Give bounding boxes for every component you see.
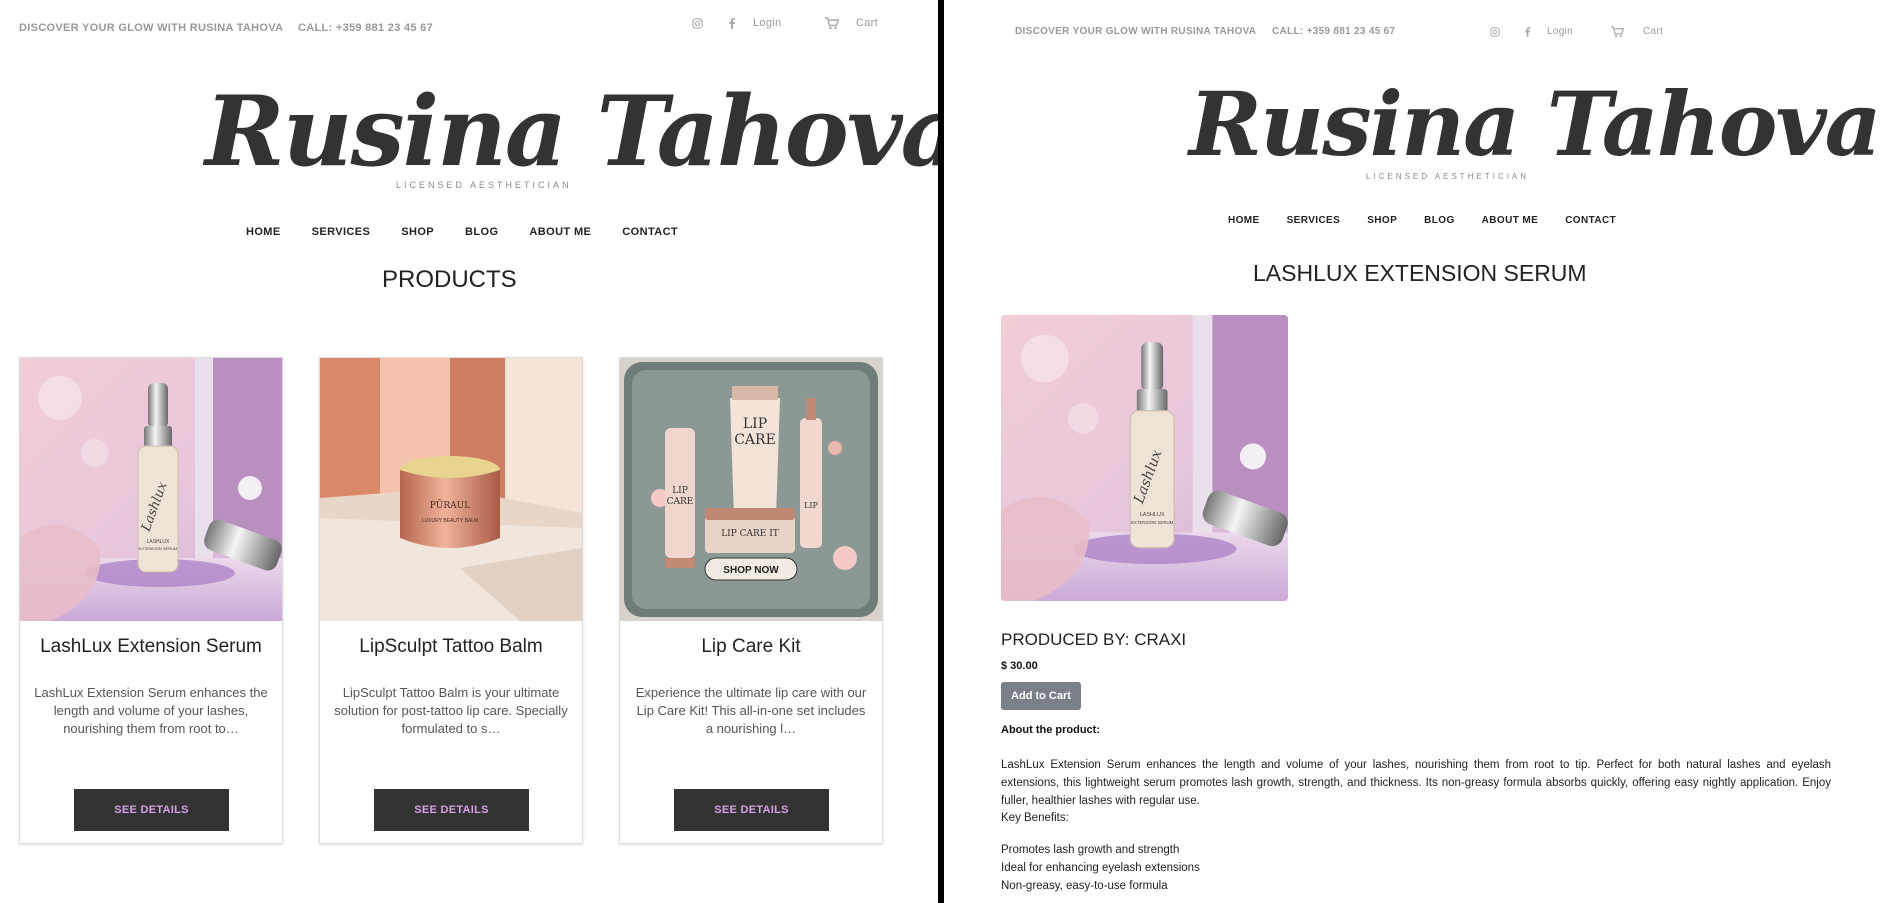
cart-link[interactable]: Cart — [1643, 26, 1663, 37]
products-listing-page: DISCOVER YOUR GLOW WITH RUSINA TAHOVA CA… — [0, 0, 938, 903]
nav-services[interactable]: SERVICES — [312, 226, 371, 238]
nav-home[interactable]: HOME — [1228, 215, 1260, 226]
product-price: $ 30.00 — [1001, 660, 1038, 672]
tagline: DISCOVER YOUR GLOW WITH RUSINA TAHOVA — [19, 22, 284, 34]
facebook-icon[interactable] — [728, 17, 736, 32]
svg-text:CARE: CARE — [667, 497, 694, 507]
facebook-icon[interactable] — [1524, 26, 1531, 40]
product-title[interactable]: LashLux Extension Serum — [20, 636, 282, 658]
about-product-label: About the product: — [1001, 724, 1100, 736]
svg-text:LIP: LIP — [672, 486, 688, 496]
product-description: LashLux Extension Serum enhances the len… — [34, 685, 268, 736]
nav-contact[interactable]: CONTACT — [622, 226, 678, 238]
svg-text:EXTENSION SERUM: EXTENSION SERUM — [1131, 520, 1174, 525]
product-title[interactable]: LipSculpt Tattoo Balm — [320, 636, 582, 658]
nav-contact[interactable]: CONTACT — [1565, 215, 1616, 226]
main-nav: HOME SERVICES SHOP BLOG ABOUT ME CONTACT — [1228, 215, 1616, 226]
nav-blog[interactable]: BLOG — [1424, 215, 1455, 226]
benefit-item: Promotes lash growth and strength — [1001, 844, 1180, 856]
svg-text:LASHLUX: LASHLUX — [147, 539, 170, 545]
page-title: PRODUCTS — [382, 266, 517, 293]
phone-number[interactable]: CALL: +359 881 23 45 67 — [298, 22, 433, 34]
see-details-button[interactable]: SEE DETAILS — [74, 789, 229, 831]
phone-number[interactable]: CALL: +359 881 23 45 67 — [1272, 26, 1395, 37]
product-description: LashLux Extension Serum enhances the len… — [1001, 759, 1831, 807]
product-description: Experience the ultimate lip care with ou… — [635, 685, 867, 736]
product-title[interactable]: Lip Care Kit — [620, 636, 882, 658]
login-link[interactable]: Login — [1547, 26, 1573, 37]
svg-text:LIP CARE IT: LIP CARE IT — [721, 529, 779, 539]
svg-text:LIP: LIP — [743, 416, 767, 432]
producer-label: PRODUCED BY: CRAXI — [1001, 630, 1187, 649]
product-image[interactable]: Lashlux LASHLUX EXTENSION SERUM — [1001, 315, 1288, 601]
product-image-lip-care-kit[interactable]: LIP CARE LIP CARE LIP LIP CARE IT SHOP N… — [620, 358, 882, 621]
logo-subtitle: LICENSED AESTHETICIAN — [1366, 172, 1530, 181]
product-card: Lashlux LASHLUX EXTENSION SERUM LashLux … — [19, 357, 283, 844]
nav-home[interactable]: HOME — [246, 226, 281, 238]
see-details-button[interactable]: SEE DETAILS — [374, 789, 529, 831]
product-description: LipSculpt Tattoo Balm is your ultimate s… — [334, 685, 568, 736]
tagline: DISCOVER YOUR GLOW WITH RUSINA TAHOVA — [1015, 26, 1257, 37]
nav-about-me[interactable]: ABOUT ME — [1482, 215, 1539, 226]
main-nav: HOME SERVICES SHOP BLOG ABOUT ME CONTACT — [246, 226, 678, 238]
logo-name: Rusina Tahova — [1189, 72, 1881, 176]
svg-text:EXTENSION SERUM: EXTENSION SERUM — [139, 546, 178, 551]
instagram-icon[interactable] — [692, 18, 703, 32]
product-image-lashlux[interactable]: Lashlux LASHLUX EXTENSION SERUM — [20, 358, 282, 621]
cart-icon[interactable] — [1611, 26, 1625, 41]
svg-text:LUXURY BEAUTY BALM: LUXURY BEAUTY BALM — [422, 518, 478, 524]
benefit-item: Non-greasy, easy-to-use formula — [1001, 880, 1168, 892]
login-link[interactable]: Login — [753, 17, 781, 29]
nav-shop[interactable]: SHOP — [401, 226, 434, 238]
product-card: PŪRAUL LUXURY BEAUTY BALM LipSculpt Tatt… — [319, 357, 583, 844]
logo-name: Rusina Tahova — [205, 75, 938, 188]
shop-now-badge: SHOP NOW — [723, 565, 779, 576]
nav-services[interactable]: SERVICES — [1287, 215, 1341, 226]
nav-blog[interactable]: BLOG — [465, 226, 498, 238]
benefit-item: Ideal for enhancing eyelash extensions — [1001, 862, 1200, 874]
product-card: LIP CARE LIP CARE LIP LIP CARE IT SHOP N… — [619, 357, 883, 844]
svg-text:LASHLUX: LASHLUX — [1140, 512, 1165, 518]
logo-subtitle: LICENSED AESTHETICIAN — [396, 180, 572, 190]
svg-text:PŪRAUL: PŪRAUL — [430, 499, 471, 511]
svg-text:CARE: CARE — [734, 432, 776, 448]
instagram-icon[interactable] — [1490, 27, 1500, 40]
key-benefits-label: Key Benefits: — [1001, 812, 1069, 824]
svg-text:LIP: LIP — [804, 501, 818, 510]
nav-shop[interactable]: SHOP — [1367, 215, 1397, 226]
cart-link[interactable]: Cart — [856, 17, 878, 29]
nav-about-me[interactable]: ABOUT ME — [529, 226, 591, 238]
see-details-button[interactable]: SEE DETAILS — [674, 789, 829, 831]
product-title: LASHLUX EXTENSION SERUM — [1253, 260, 1587, 286]
cart-icon[interactable] — [825, 17, 840, 33]
add-to-cart-button[interactable]: Add to Cart — [1001, 682, 1081, 710]
product-image-lipsculpt[interactable]: PŪRAUL LUXURY BEAUTY BALM — [320, 358, 582, 621]
product-detail-page: DISCOVER YOUR GLOW WITH RUSINA TAHOVA CA… — [944, 0, 1881, 903]
